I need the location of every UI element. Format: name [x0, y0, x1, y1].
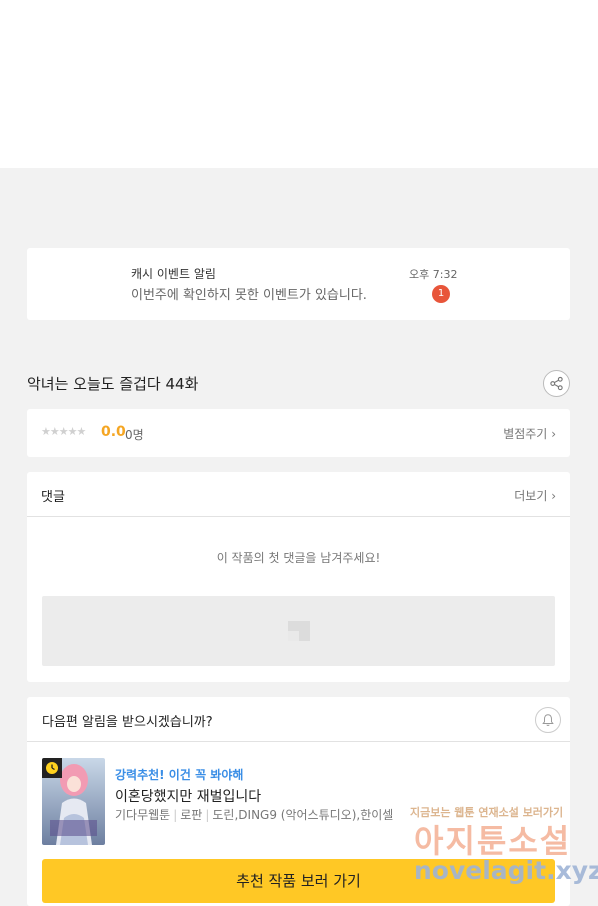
subscribe-alert-button[interactable]	[535, 707, 561, 733]
next-episode-header: 다음편 알림을 받으시겠습니까?	[27, 697, 570, 742]
rate-button[interactable]: 별점주기 ›	[503, 425, 556, 442]
rating-card: ★★★★★ 0.0 0명 별점주기 ›	[27, 409, 570, 457]
ad-placeholder[interactable]	[42, 596, 555, 666]
content-area-top	[0, 0, 598, 168]
rating-score: 0.0	[101, 424, 126, 440]
clock-icon	[46, 762, 58, 774]
view-recommendation-button[interactable]: 추천 작품 보러 가기	[42, 859, 555, 903]
image-placeholder-icon	[288, 621, 310, 641]
recommended-category: 기다무웹툰	[115, 808, 171, 822]
recommended-authors: 도린,DING9 (악어스튜디오),한이셀	[212, 808, 394, 822]
next-episode-question: 다음편 알림을 받으시겠습니까?	[42, 715, 213, 730]
wait-free-badge	[42, 758, 62, 778]
recommended-meta: 기다무웹툰 | 로판 | 도린,DING9 (악어스튜디오),한이셀	[115, 806, 393, 823]
chevron-right-icon: ›	[551, 489, 556, 503]
recommended-thumbnail[interactable]	[42, 758, 105, 845]
star-rating-icons: ★★★★★	[41, 425, 86, 438]
chevron-right-icon: ›	[551, 427, 556, 441]
next-episode-card: 다음편 알림을 받으시겠습니까? 강력추천! 이건 꼭 봐야해 이혼당했지만 재…	[27, 697, 570, 906]
comments-card: 댓글 더보기 › 이 작품의 첫 댓글을 남겨주세요!	[27, 472, 570, 682]
comments-more-label: 더보기	[514, 489, 548, 503]
bell-icon	[542, 714, 554, 726]
notification-title: 캐시 이벤트 알림	[131, 267, 216, 281]
comments-title: 댓글	[41, 490, 65, 505]
share-icon	[550, 376, 563, 391]
notification-message: 이번주에 확인하지 못한 이벤트가 있습니다.	[131, 288, 367, 303]
episode-title: 악녀는 오늘도 즐겁다 44화	[27, 375, 199, 393]
recommendation-label: 강력추천! 이건 꼭 봐야해	[115, 768, 244, 782]
share-button[interactable]	[543, 370, 570, 397]
comments-header: 댓글 더보기 ›	[27, 472, 570, 517]
notification-count-badge: 1	[432, 285, 450, 303]
recommended-title[interactable]: 이혼당했지만 재벌입니다	[115, 786, 261, 806]
meta-divider: |	[173, 808, 178, 822]
rate-button-label: 별점주기	[503, 427, 548, 441]
comments-empty-message: 이 작품의 첫 댓글을 남겨주세요!	[216, 551, 381, 565]
meta-divider: |	[205, 808, 210, 822]
recommended-genre: 로판	[180, 808, 203, 822]
rating-people-count: 0명	[125, 428, 144, 442]
comments-more-button[interactable]: 더보기 ›	[514, 487, 556, 504]
notification-time: 오후 7:32	[409, 268, 458, 281]
notification-card[interactable]: 캐시 이벤트 알림 이번주에 확인하지 못한 이벤트가 있습니다. 오후 7:3…	[27, 248, 570, 320]
